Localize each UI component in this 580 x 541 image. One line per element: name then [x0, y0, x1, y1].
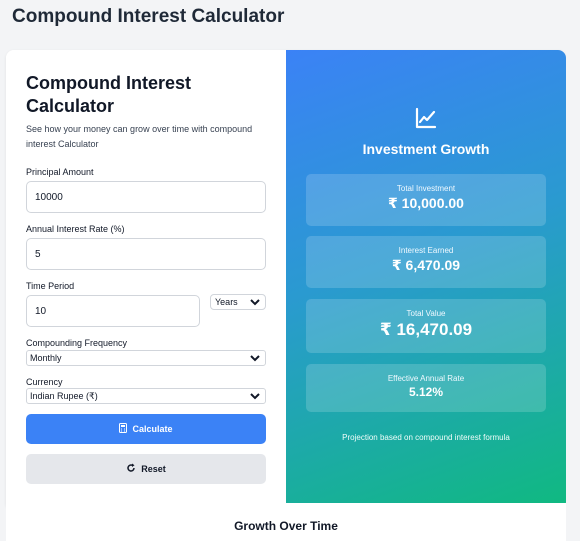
- redo-icon: [126, 463, 136, 475]
- period-unit-value: Years: [215, 297, 238, 307]
- calculator-icon: [119, 423, 128, 435]
- results-panel: Investment Growth Total Investment ₹ 10,…: [286, 50, 566, 504]
- growth-section: Growth Over Time: [6, 503, 566, 541]
- total-value-label: Total Value: [406, 309, 446, 318]
- reset-label: Reset: [141, 464, 166, 474]
- frequency-label: Compounding Frequency: [26, 338, 128, 348]
- interest-earned-label: Interest Earned: [398, 246, 454, 255]
- page-title: Compound Interest Calculator: [12, 6, 285, 27]
- reset-button[interactable]: Reset: [26, 454, 266, 484]
- growth-section-title: Growth Over Time: [234, 519, 338, 533]
- calculate-label: Calculate: [132, 424, 173, 434]
- total-investment-value: ₹ 10,000.00: [388, 195, 464, 211]
- effective-rate-card: Effective Annual Rate 5.12%: [306, 364, 546, 412]
- principal-input[interactable]: 10000: [26, 181, 266, 213]
- chart-line-icon: [414, 106, 438, 130]
- period-unit-select[interactable]: Years: [210, 294, 266, 310]
- currency-select[interactable]: Indian Rupee (₹): [26, 388, 266, 404]
- frequency-select[interactable]: Monthly: [26, 350, 266, 366]
- form-title: Compound Interest Calculator: [26, 73, 191, 116]
- form-subtitle: See how your money can grow over time wi…: [26, 124, 253, 149]
- interest-earned-value: ₹ 6,470.09: [391, 257, 461, 273]
- page-margin: [566, 50, 580, 541]
- effective-rate-label: Effective Annual Rate: [387, 374, 465, 383]
- currency-value: Indian Rupee (₹): [30, 390, 98, 401]
- interest-earned-card: Interest Earned ₹ 6,470.09: [306, 236, 546, 288]
- calculate-button[interactable]: Calculate: [26, 414, 266, 444]
- total-value-value: ₹ 16,470.09: [379, 320, 473, 339]
- period-input[interactable]: 10: [26, 295, 200, 327]
- calculator-card: Compound Interest Calculator See how you…: [6, 50, 566, 510]
- principal-label: Principal Amount: [26, 167, 94, 177]
- effective-rate-value: 5.12%: [408, 385, 444, 399]
- total-value-card: Total Value ₹ 16,470.09: [306, 299, 546, 353]
- currency-label: Currency: [26, 377, 63, 387]
- total-investment-card: Total Investment ₹ 10,000.00: [306, 174, 546, 226]
- calculator-form: Compound Interest Calculator See how you…: [6, 50, 286, 504]
- total-investment-label: Total Investment: [396, 184, 456, 193]
- frequency-value: Monthly: [30, 353, 62, 363]
- chevron-down-icon: [249, 353, 261, 363]
- projection-note: Projection based on compound interest fo…: [342, 433, 510, 442]
- chevron-down-icon: [249, 391, 261, 401]
- chevron-down-icon: [249, 297, 261, 307]
- period-label: Time Period: [26, 281, 75, 291]
- rate-label: Annual Interest Rate (%): [26, 224, 125, 234]
- rate-input[interactable]: 5: [26, 238, 266, 270]
- results-title: Investment Growth: [362, 141, 490, 157]
